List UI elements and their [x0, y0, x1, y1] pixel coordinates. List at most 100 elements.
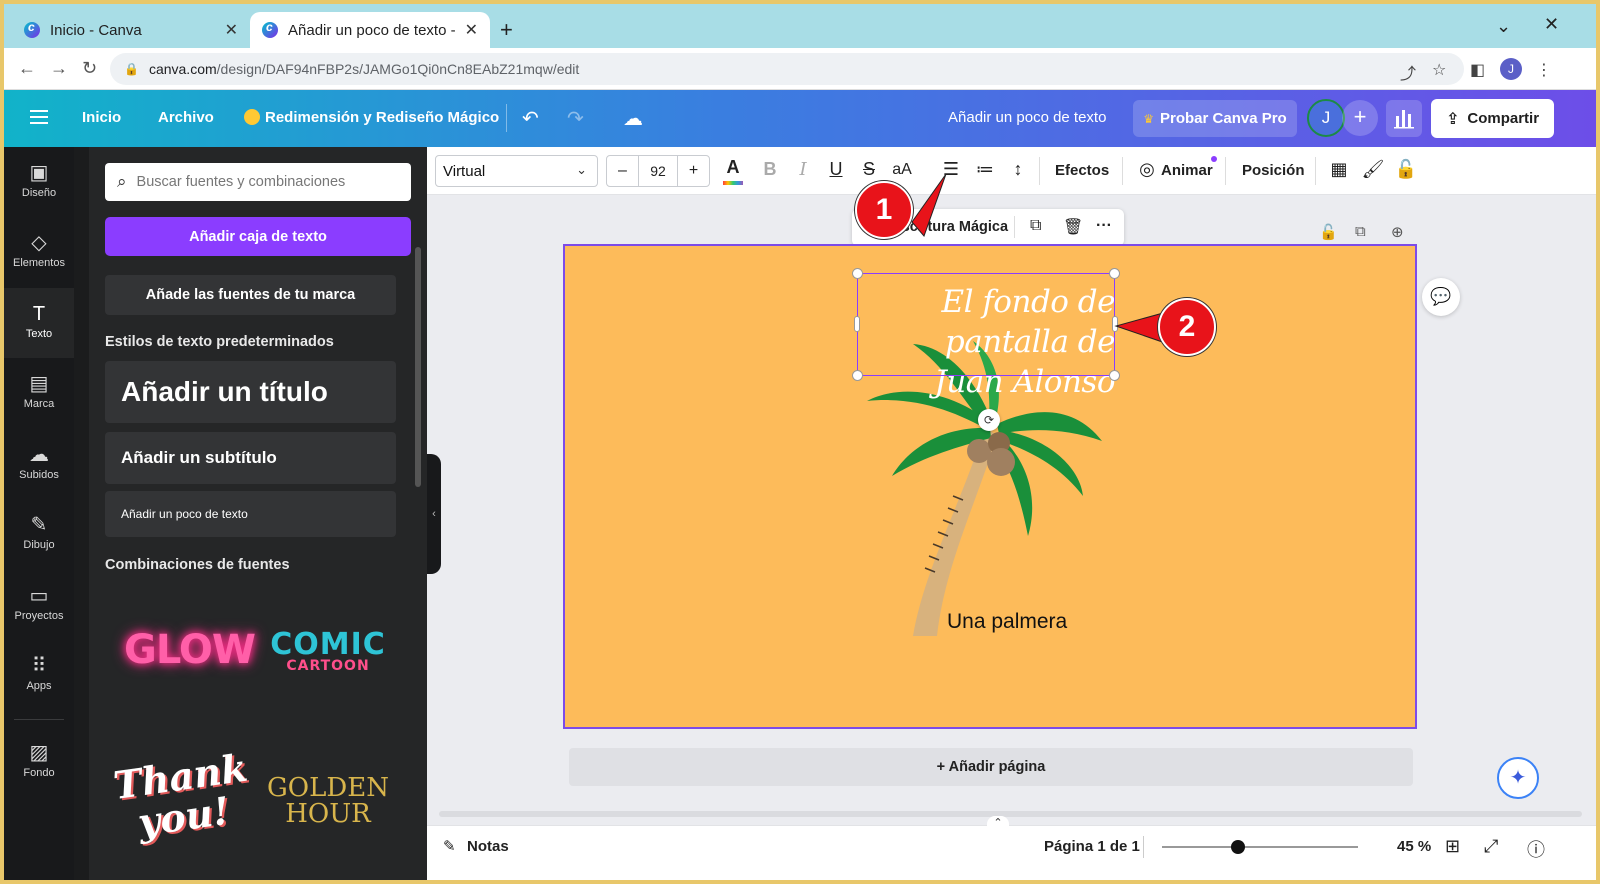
- invite-plus-button[interactable]: +: [1342, 100, 1378, 136]
- increase-size-button[interactable]: +: [678, 156, 709, 186]
- zoom-value[interactable]: 45 %: [1397, 838, 1431, 855]
- window-close-icon[interactable]: ✕: [1544, 14, 1559, 35]
- rail-item-marca[interactable]: ▤ Marca: [4, 358, 74, 428]
- align-right-icon[interactable]: ☰: [939, 159, 963, 180]
- tab-search-chevron-icon[interactable]: ⌄: [1496, 16, 1511, 37]
- rail-item-elementos[interactable]: ◇ Elementos: [4, 217, 74, 287]
- fullscreen-icon[interactable]: ⤢: [1484, 836, 1498, 857]
- url-path: /design/DAF94nFBP2s/JAMGo1Qi0nCn8EAbZ21m…: [216, 61, 580, 77]
- menu-kebab-icon[interactable]: ⋮: [1536, 60, 1552, 80]
- page-lock-icon[interactable]: 🔓: [1319, 223, 1338, 241]
- rail-item-diseno[interactable]: ▣ Diseño: [4, 147, 74, 217]
- rail-item-texto[interactable]: T Texto: [4, 288, 74, 358]
- resize-handle-right[interactable]: [1112, 316, 1118, 332]
- font-size-input[interactable]: 92: [638, 156, 678, 186]
- try-pro-button[interactable]: ♛ Probar Canva Pro: [1133, 100, 1297, 137]
- scrollbar-thumb[interactable]: [439, 811, 1582, 817]
- search-input[interactable]: [136, 174, 387, 190]
- resize-handle-tl[interactable]: [852, 268, 863, 279]
- side-panel-icon[interactable]: ◧: [1470, 60, 1485, 80]
- cloud-saved-icon[interactable]: ☁: [623, 106, 643, 131]
- rail-item-subidos[interactable]: ☁ Subidos: [4, 429, 74, 499]
- notes-button[interactable]: Notas: [467, 838, 509, 855]
- rail-item-fondo[interactable]: ▨ Fondo: [4, 727, 74, 797]
- home-link[interactable]: Inicio: [82, 109, 121, 126]
- underline-icon[interactable]: U: [824, 159, 848, 180]
- add-title-card[interactable]: Añadir un título: [105, 361, 396, 423]
- rail-item-apps[interactable]: ⠿ Apps: [4, 640, 74, 710]
- rotate-icon[interactable]: ⟳: [978, 409, 1000, 431]
- add-subtitle-card[interactable]: Añadir un subtítulo: [105, 432, 396, 484]
- resize-handle-br[interactable]: [1109, 370, 1120, 381]
- more-options-icon[interactable]: ···: [1096, 217, 1112, 235]
- expand-pages-icon[interactable]: ⌃: [987, 816, 1009, 830]
- list-icon[interactable]: ≔: [973, 159, 997, 180]
- share-page-icon[interactable]: ⤴: [1400, 60, 1416, 84]
- close-tab-icon[interactable]: ✕: [465, 20, 478, 40]
- combo-golden-hour[interactable]: GOLDEN HOUR: [266, 775, 390, 827]
- forward-icon[interactable]: →: [50, 58, 68, 79]
- page-add-icon[interactable]: ⊕: [1391, 223, 1404, 241]
- insights-button[interactable]: [1386, 100, 1422, 137]
- magic-resize-button[interactable]: Redimensión y Rediseño Mágico: [244, 109, 499, 126]
- file-menu[interactable]: Archivo: [158, 109, 214, 126]
- panel-scrollbar[interactable]: [415, 247, 421, 487]
- brand-fonts-button[interactable]: Añade las fuentes de tu marca: [105, 275, 396, 315]
- resize-handle-bl[interactable]: [852, 370, 863, 381]
- design-canvas[interactable]: El fondo de pantalla de Juan Alonso ⟳ Un…: [563, 244, 1417, 729]
- duplicate-icon[interactable]: ⧉: [1030, 217, 1041, 235]
- bold-icon[interactable]: B: [758, 159, 782, 180]
- add-textbox-button[interactable]: Añadir caja de texto: [105, 217, 411, 256]
- tab-current[interactable]: Añadir un poco de texto - ✕: [250, 12, 490, 48]
- user-avatar[interactable]: J: [1307, 99, 1345, 137]
- letter-case-icon[interactable]: aA: [890, 161, 914, 179]
- help-icon[interactable]: ⓘ: [1527, 836, 1545, 862]
- url-field[interactable]: 🔒 canva.com/design/DAF94nFBP2s/JAMGo1Qi0…: [110, 53, 1464, 85]
- strikethrough-icon[interactable]: S: [857, 159, 881, 180]
- magic-assistant-icon[interactable]: ✦: [1497, 757, 1539, 799]
- page-indicator[interactable]: Página 1 de 1: [1044, 838, 1140, 855]
- animate-button[interactable]: Animar: [1161, 162, 1213, 179]
- profile-avatar[interactable]: J: [1500, 58, 1522, 80]
- tab-inicio[interactable]: Inicio - Canva ✕: [12, 12, 250, 48]
- add-body-text-card[interactable]: Añadir un poco de texto: [105, 491, 396, 537]
- position-button[interactable]: Posición: [1242, 162, 1305, 179]
- rail-item-proyectos[interactable]: ▭ Proyectos: [4, 570, 74, 640]
- close-tab-icon[interactable]: ✕: [225, 20, 238, 40]
- font-family-dropdown[interactable]: Virtual ⌄: [435, 155, 598, 187]
- combo-glow[interactable]: GLOW: [124, 627, 256, 673]
- document-title[interactable]: Añadir un poco de texto: [948, 109, 1106, 126]
- hamburger-menu-icon[interactable]: [30, 110, 48, 124]
- effects-button[interactable]: Efectos: [1055, 162, 1109, 179]
- back-icon[interactable]: ←: [18, 58, 36, 79]
- transparency-icon[interactable]: ▦: [1327, 159, 1351, 180]
- add-comment-icon[interactable]: 💬: [1422, 278, 1460, 316]
- horizontal-scrollbar[interactable]: [427, 808, 1596, 820]
- zoom-slider[interactable]: [1162, 846, 1358, 848]
- new-tab-icon[interactable]: +: [500, 17, 513, 43]
- redo-icon[interactable]: ↷: [567, 106, 584, 131]
- combo-thank-you[interactable]: Thank you!: [111, 745, 251, 845]
- add-page-button[interactable]: + Añadir página: [569, 748, 1413, 786]
- reload-icon[interactable]: ↻: [82, 58, 97, 79]
- combo-comic-cartoon[interactable]: COMIC CARTOON: [266, 627, 390, 674]
- spacing-icon[interactable]: ↕: [1006, 159, 1030, 180]
- bookmark-star-icon[interactable]: ☆: [1432, 60, 1446, 80]
- italic-icon[interactable]: I: [791, 159, 815, 180]
- trash-icon[interactable]: 🗑: [1063, 217, 1083, 237]
- undo-icon[interactable]: ↶: [522, 106, 539, 131]
- palm-caption-text[interactable]: Una palmera: [947, 610, 1067, 634]
- lock-icon[interactable]: 🔓: [1394, 159, 1418, 180]
- zoom-slider-knob[interactable]: [1231, 840, 1245, 854]
- font-search[interactable]: ⌕: [105, 163, 411, 201]
- rail-item-dibujo[interactable]: ✎ Dibujo: [4, 499, 74, 569]
- copy-style-icon[interactable]: 🖌: [1361, 159, 1385, 180]
- decrease-size-button[interactable]: –: [607, 156, 638, 186]
- resize-handle-left[interactable]: [854, 316, 860, 332]
- grid-view-icon[interactable]: ⊞: [1445, 836, 1460, 857]
- collapse-panel-icon[interactable]: ‹: [427, 454, 441, 574]
- text-color-icon[interactable]: A: [721, 157, 745, 185]
- resize-handle-tr[interactable]: [1109, 268, 1120, 279]
- page-duplicate-icon[interactable]: ⧉: [1355, 223, 1366, 240]
- share-button[interactable]: ⇪ Compartir: [1431, 99, 1554, 138]
